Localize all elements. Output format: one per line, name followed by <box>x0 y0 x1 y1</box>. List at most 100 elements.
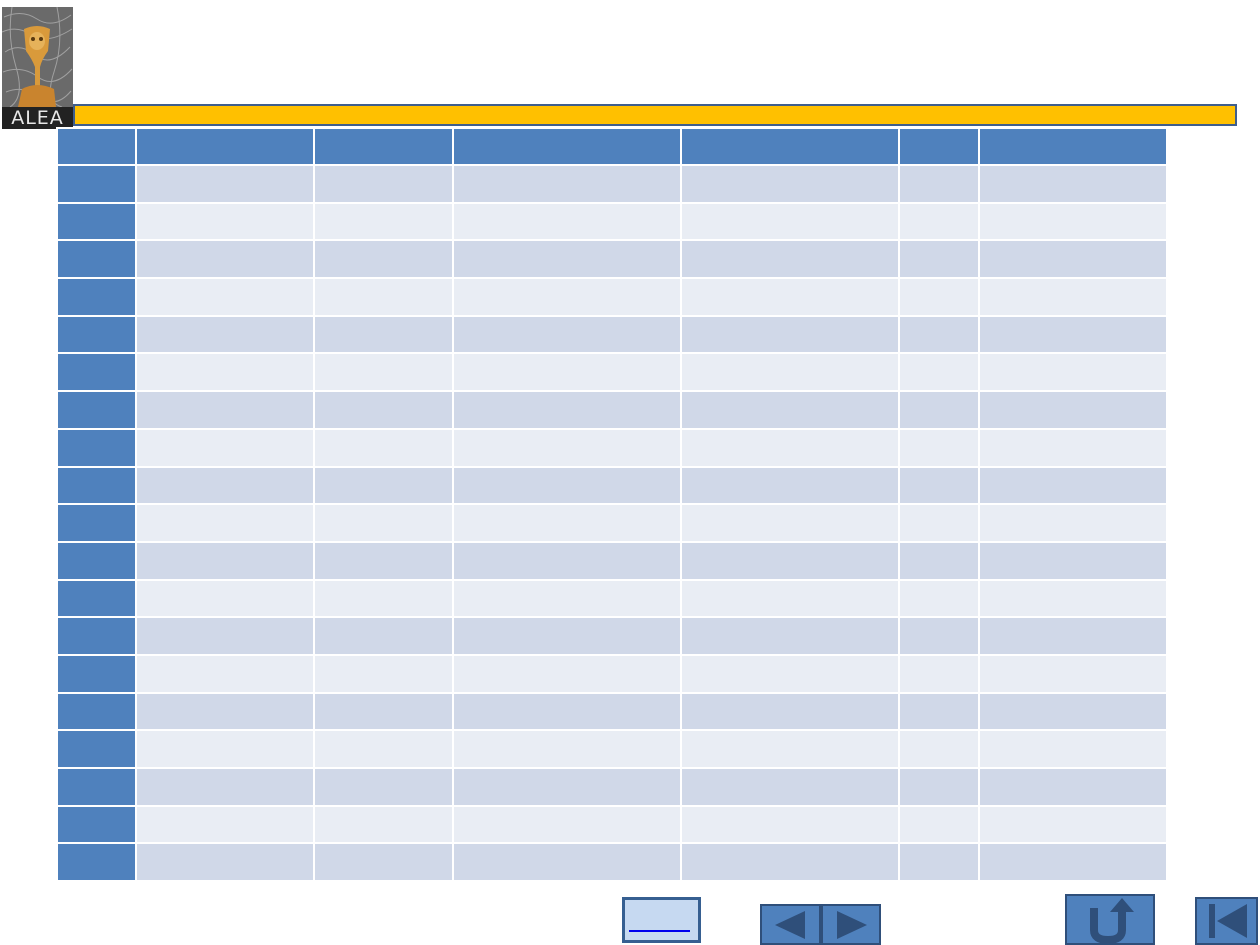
previous-button[interactable] <box>760 904 821 945</box>
table-cell <box>680 164 900 204</box>
table-cell <box>680 390 900 430</box>
table-cell <box>135 804 315 845</box>
table-cell <box>898 427 980 468</box>
table-cell <box>978 653 1168 694</box>
row-header-cell <box>56 239 137 280</box>
row-header-cell <box>56 503 137 543</box>
table-cell <box>898 804 980 845</box>
table-cell <box>898 239 980 280</box>
table-cell <box>680 729 900 769</box>
table-cell <box>680 653 900 694</box>
table-cell <box>898 767 980 807</box>
table-cell <box>680 239 900 280</box>
return-icon <box>1090 897 1134 944</box>
table-cell <box>135 277 315 317</box>
table-cell <box>313 352 454 393</box>
row-header-cell <box>56 767 137 807</box>
first-page-button[interactable] <box>1195 897 1258 945</box>
table-row <box>56 729 1168 769</box>
return-button[interactable] <box>1065 894 1155 945</box>
table-cell <box>898 164 980 204</box>
previous-icon <box>774 910 805 939</box>
table-header-row <box>56 127 1168 166</box>
table-cell <box>898 842 980 883</box>
table-cell <box>313 390 454 430</box>
table-cell <box>680 503 900 543</box>
table-cell <box>898 729 980 769</box>
table-body <box>56 164 1168 883</box>
table-cell <box>452 239 682 280</box>
table-cell <box>978 578 1168 619</box>
table-row <box>56 804 1168 845</box>
table-cell <box>313 427 454 468</box>
title-bar <box>73 104 1237 126</box>
table-row <box>56 277 1168 317</box>
next-button[interactable] <box>821 904 881 945</box>
table-cell <box>978 352 1168 393</box>
table-row <box>56 767 1168 807</box>
row-header-cell <box>56 691 137 732</box>
table-row <box>56 578 1168 619</box>
table-cell <box>898 540 980 581</box>
table-cell <box>978 804 1168 845</box>
alea-logo: ALEA <box>2 7 73 129</box>
table-cell <box>313 465 454 506</box>
table-cell <box>135 540 315 581</box>
table-row <box>56 503 1168 543</box>
header-cell <box>978 127 1168 166</box>
table-cell <box>135 578 315 619</box>
table-cell <box>680 314 900 355</box>
first-page-icon <box>1208 904 1247 938</box>
row-header-cell <box>56 842 137 883</box>
table-cell <box>680 540 900 581</box>
row-header-cell <box>56 616 137 656</box>
table-row <box>56 352 1168 393</box>
table-cell <box>452 503 682 543</box>
table-cell <box>898 653 980 694</box>
table-cell <box>452 767 682 807</box>
table-cell <box>898 277 980 317</box>
table-cell <box>135 465 315 506</box>
table-cell <box>452 427 682 468</box>
table-cell <box>135 239 315 280</box>
table-cell <box>452 616 682 656</box>
table-cell <box>898 503 980 543</box>
table-cell <box>978 540 1168 581</box>
table-cell <box>313 540 454 581</box>
table-cell <box>978 767 1168 807</box>
link-underline[interactable] <box>629 930 690 932</box>
table-cell <box>135 427 315 468</box>
table-cell <box>135 201 315 242</box>
table-cell <box>313 164 454 204</box>
header-cell <box>680 127 900 166</box>
table-cell <box>898 465 980 506</box>
table-cell <box>135 842 315 883</box>
table-cell <box>313 503 454 543</box>
table-cell <box>898 691 980 732</box>
table-cell <box>135 729 315 769</box>
logo-image <box>2 7 73 107</box>
data-table <box>56 127 1168 883</box>
table-row <box>56 239 1168 280</box>
table-cell <box>680 842 900 883</box>
table-cell <box>898 578 980 619</box>
table-cell <box>135 352 315 393</box>
table-cell <box>978 503 1168 543</box>
table-cell <box>978 729 1168 769</box>
table-cell <box>313 578 454 619</box>
row-header-cell <box>56 465 137 506</box>
data-table-container <box>56 127 1168 883</box>
header-cell <box>898 127 980 166</box>
table-cell <box>680 616 900 656</box>
table-cell <box>452 653 682 694</box>
table-cell <box>452 277 682 317</box>
table-cell <box>978 390 1168 430</box>
table-cell <box>452 201 682 242</box>
table-cell <box>680 427 900 468</box>
table-cell <box>135 616 315 656</box>
table-cell <box>680 578 900 619</box>
hyperlink-button[interactable] <box>622 897 701 943</box>
table-cell <box>978 691 1168 732</box>
table-cell <box>898 390 980 430</box>
table-row <box>56 653 1168 694</box>
